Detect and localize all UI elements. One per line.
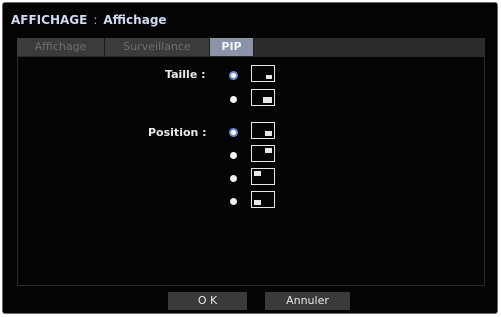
position-option-1-radio[interactable] [229,128,238,137]
size-option-1-radio[interactable] [229,71,238,80]
pip-top-right-icon[interactable] [251,145,275,162]
pip-bottom-left-icon[interactable] [251,191,275,208]
pip-bottom-right-icon[interactable] [251,122,275,139]
position-option-2-radio[interactable] [230,152,237,159]
cancel-button[interactable]: Annuler [265,292,350,310]
pip-small-bottom-right-icon[interactable] [251,65,275,82]
size-label: Taille : [165,68,206,81]
position-option-4-radio[interactable] [230,198,237,205]
position-label: Position : [148,126,207,139]
position-option-3-radio[interactable] [230,175,237,182]
title-page: Affichage [103,13,167,27]
ok-button[interactable]: O K [168,292,247,310]
tab-surveillance[interactable]: Surveillance [105,38,210,56]
tab-pip[interactable]: PIP [210,38,254,56]
tab-affichage[interactable]: Affichage [17,38,105,56]
pip-top-left-icon[interactable] [251,168,275,185]
pip-large-bottom-right-icon[interactable] [251,89,275,106]
size-option-2-radio[interactable] [230,96,237,103]
dialog-title: AFFICHAGE : Affichage [11,11,167,29]
pip-settings-dialog: AFFICHAGE : Affichage Affichage Surveill… [2,2,498,314]
tab-bar: Affichage Surveillance PIP [17,38,485,56]
title-section: AFFICHAGE [11,13,88,27]
title-separator: : [93,13,98,27]
